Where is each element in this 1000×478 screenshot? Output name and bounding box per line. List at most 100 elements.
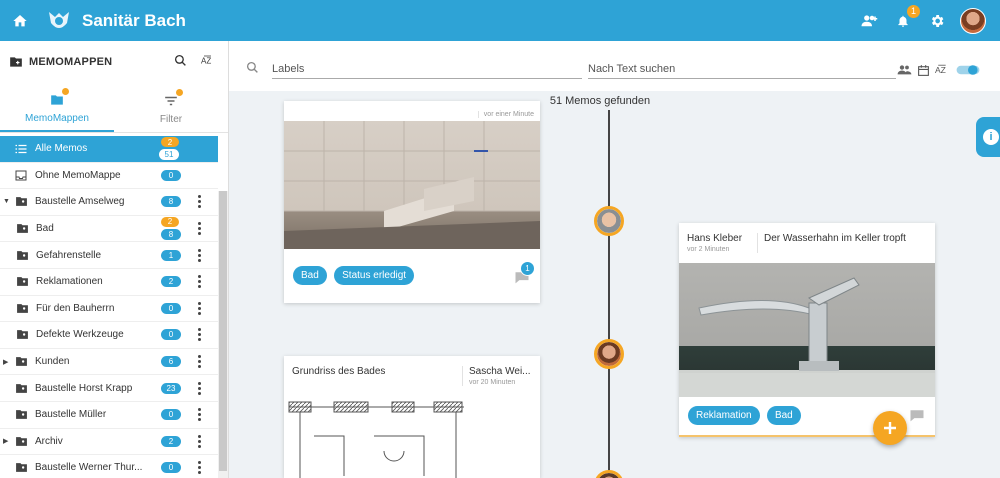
- add-memo-button[interactable]: [873, 411, 907, 445]
- svg-text:AZ: AZ: [935, 65, 946, 75]
- sidebar-scrollbar[interactable]: [218, 191, 228, 478]
- sidebar-tabs: MemoMappen Filter: [0, 83, 228, 133]
- plus-icon: [884, 422, 896, 434]
- folder-user-icon: [16, 304, 28, 313]
- more-menu-icon[interactable]: [196, 328, 202, 342]
- view-toggle-icon[interactable]: [956, 64, 980, 76]
- tag-bad[interactable]: Bad: [766, 406, 801, 425]
- collapse-caret-icon[interactable]: ▼: [3, 198, 13, 205]
- user-avatar[interactable]: [960, 7, 986, 34]
- list-item-gefahrenstelle[interactable]: Gefahrenstelle 1: [0, 242, 218, 269]
- tag-status-erledigt[interactable]: Status erledigt: [334, 266, 415, 285]
- list-item-label: Baustelle Werner Thur...: [35, 462, 143, 474]
- list-item-baustelle-horst-krapp[interactable]: Baustelle Horst Krapp 23: [0, 375, 218, 402]
- memo-author: Sascha Wei...: [469, 366, 531, 377]
- list-item-alle-memos[interactable]: Alle Memos 2 51: [0, 136, 218, 163]
- home-icon: [13, 14, 27, 26]
- count-badge: 0: [161, 169, 181, 181]
- settings-button[interactable]: [926, 10, 948, 32]
- timeline-line: [608, 110, 610, 478]
- folder-user-icon: [16, 224, 28, 233]
- memomappen-list: Alle Memos 2 51 Ohne MemoMappe 0 ▼ Baust…: [0, 136, 218, 478]
- tab-filter[interactable]: Filter: [114, 83, 228, 132]
- count-badge: 23: [161, 382, 181, 394]
- author-avatar[interactable]: [594, 470, 624, 478]
- gear-icon: [931, 14, 944, 27]
- folder-user-icon: [15, 410, 27, 420]
- more-menu-icon[interactable]: [196, 355, 202, 369]
- folder-add-icon[interactable]: [9, 56, 23, 68]
- sort-az-icon[interactable]: AZ: [935, 63, 951, 77]
- sidebar-title: MEMOMAPPEN: [29, 56, 113, 68]
- author-avatar[interactable]: [594, 339, 624, 369]
- list-item-bad[interactable]: Bad 2 8: [0, 216, 218, 243]
- list-item-label: Ohne MemoMappe: [35, 169, 121, 181]
- comment-icon[interactable]: [909, 409, 925, 422]
- new-badge: 2: [161, 216, 179, 227]
- memo-card[interactable]: Grundriss des Bades Sascha Wei... vor 20…: [284, 356, 540, 478]
- count-badge: 0: [161, 462, 181, 474]
- more-menu-icon[interactable]: [196, 222, 202, 236]
- more-menu-icon[interactable]: [196, 461, 202, 475]
- sort-az-icon[interactable]: AZ: [201, 54, 216, 67]
- expand-caret-icon[interactable]: ▶: [3, 437, 13, 445]
- list-item-defekte-werkzeuge[interactable]: Defekte Werkzeuge 0: [0, 322, 218, 349]
- faucet-photo: [679, 277, 935, 397]
- memo-author-block: Hans Kleber vor 2 Minuten: [687, 233, 757, 253]
- svg-text:AZ: AZ: [201, 57, 211, 66]
- list-item-reklamationen[interactable]: Reklamationen 2: [0, 269, 218, 296]
- list-item-label: Kunden: [35, 356, 70, 368]
- more-menu-icon[interactable]: [196, 195, 202, 209]
- more-menu-icon[interactable]: [196, 408, 202, 422]
- users-button[interactable]: [858, 10, 880, 32]
- folder-user-icon: [15, 463, 27, 473]
- comment-count-badge: 1: [520, 261, 535, 276]
- more-menu-icon[interactable]: [196, 381, 202, 395]
- list-item-label: Reklamationen: [36, 276, 103, 288]
- author-avatar[interactable]: [594, 206, 624, 236]
- list-item-fuer-den-bauherrn[interactable]: Für den Bauherrn 0: [0, 296, 218, 323]
- calendar-icon[interactable]: [917, 64, 930, 77]
- list-item-kunden[interactable]: ▶ Kunden 6: [0, 349, 218, 376]
- tag-bad[interactable]: Bad: [293, 266, 327, 285]
- text-search-input[interactable]: Nach Text suchen: [588, 57, 896, 79]
- memo-card[interactable]: vor einer Minute Bad Status erledigt 1: [284, 101, 540, 303]
- memo-time: vor 20 Minuten: [469, 379, 516, 386]
- memo-author-block: Sascha Wei... vor 20 Minuten: [462, 366, 532, 386]
- tag-reklamation[interactable]: Reklamation: [688, 406, 760, 425]
- list-item-baustelle-amselweg[interactable]: ▼ Baustelle Amselweg 8: [0, 189, 218, 216]
- notifications-button[interactable]: 1: [892, 4, 920, 32]
- scrollbar-thumb[interactable]: [219, 191, 227, 471]
- count-badge: 0: [161, 409, 181, 421]
- list-item-label: Baustelle Horst Krapp: [35, 382, 133, 394]
- labels-input[interactable]: Labels: [272, 57, 582, 79]
- info-panel-toggle[interactable]: i: [976, 117, 1000, 157]
- list-item-baustelle-werner-thur[interactable]: Baustelle Werner Thur... 0: [0, 455, 218, 478]
- memo-tags: Bad Status erledigt: [293, 266, 418, 285]
- list-item-ohne-memomappe[interactable]: Ohne MemoMappe 0: [0, 163, 218, 190]
- tab-memomappen[interactable]: MemoMappen: [0, 83, 114, 132]
- memo-card[interactable]: Hans Kleber vor 2 Minuten Der Wasserhahn…: [679, 223, 935, 437]
- search-icon: [246, 61, 258, 73]
- folder-user-icon: [15, 357, 27, 366]
- tab-indicator-dot: [176, 88, 183, 96]
- more-menu-icon[interactable]: [196, 275, 202, 289]
- memo-tags: Reklamation Bad: [688, 406, 805, 425]
- users-filter-icon[interactable]: [897, 64, 912, 76]
- memo-photo[interactable]: [284, 121, 540, 249]
- more-menu-icon[interactable]: [196, 434, 202, 448]
- more-menu-icon[interactable]: [196, 248, 202, 262]
- sidebar-header: MEMOMAPPEN AZ: [0, 41, 228, 83]
- list-item-label: Alle Memos: [35, 143, 88, 155]
- list-item-archiv[interactable]: ▶ Archiv 2: [0, 429, 218, 456]
- logo-icon: [49, 11, 69, 28]
- memo-photo[interactable]: [679, 263, 935, 397]
- list-item-baustelle-mueller[interactable]: Baustelle Müller 0: [0, 402, 218, 429]
- count-badge: 8: [161, 196, 181, 208]
- search-icon[interactable]: [174, 54, 187, 67]
- home-button[interactable]: [0, 0, 40, 41]
- count-badge: 1: [161, 249, 181, 261]
- expand-caret-icon[interactable]: ▶: [3, 358, 13, 366]
- floorplan-drawing[interactable]: [284, 396, 540, 478]
- more-menu-icon[interactable]: [196, 301, 202, 315]
